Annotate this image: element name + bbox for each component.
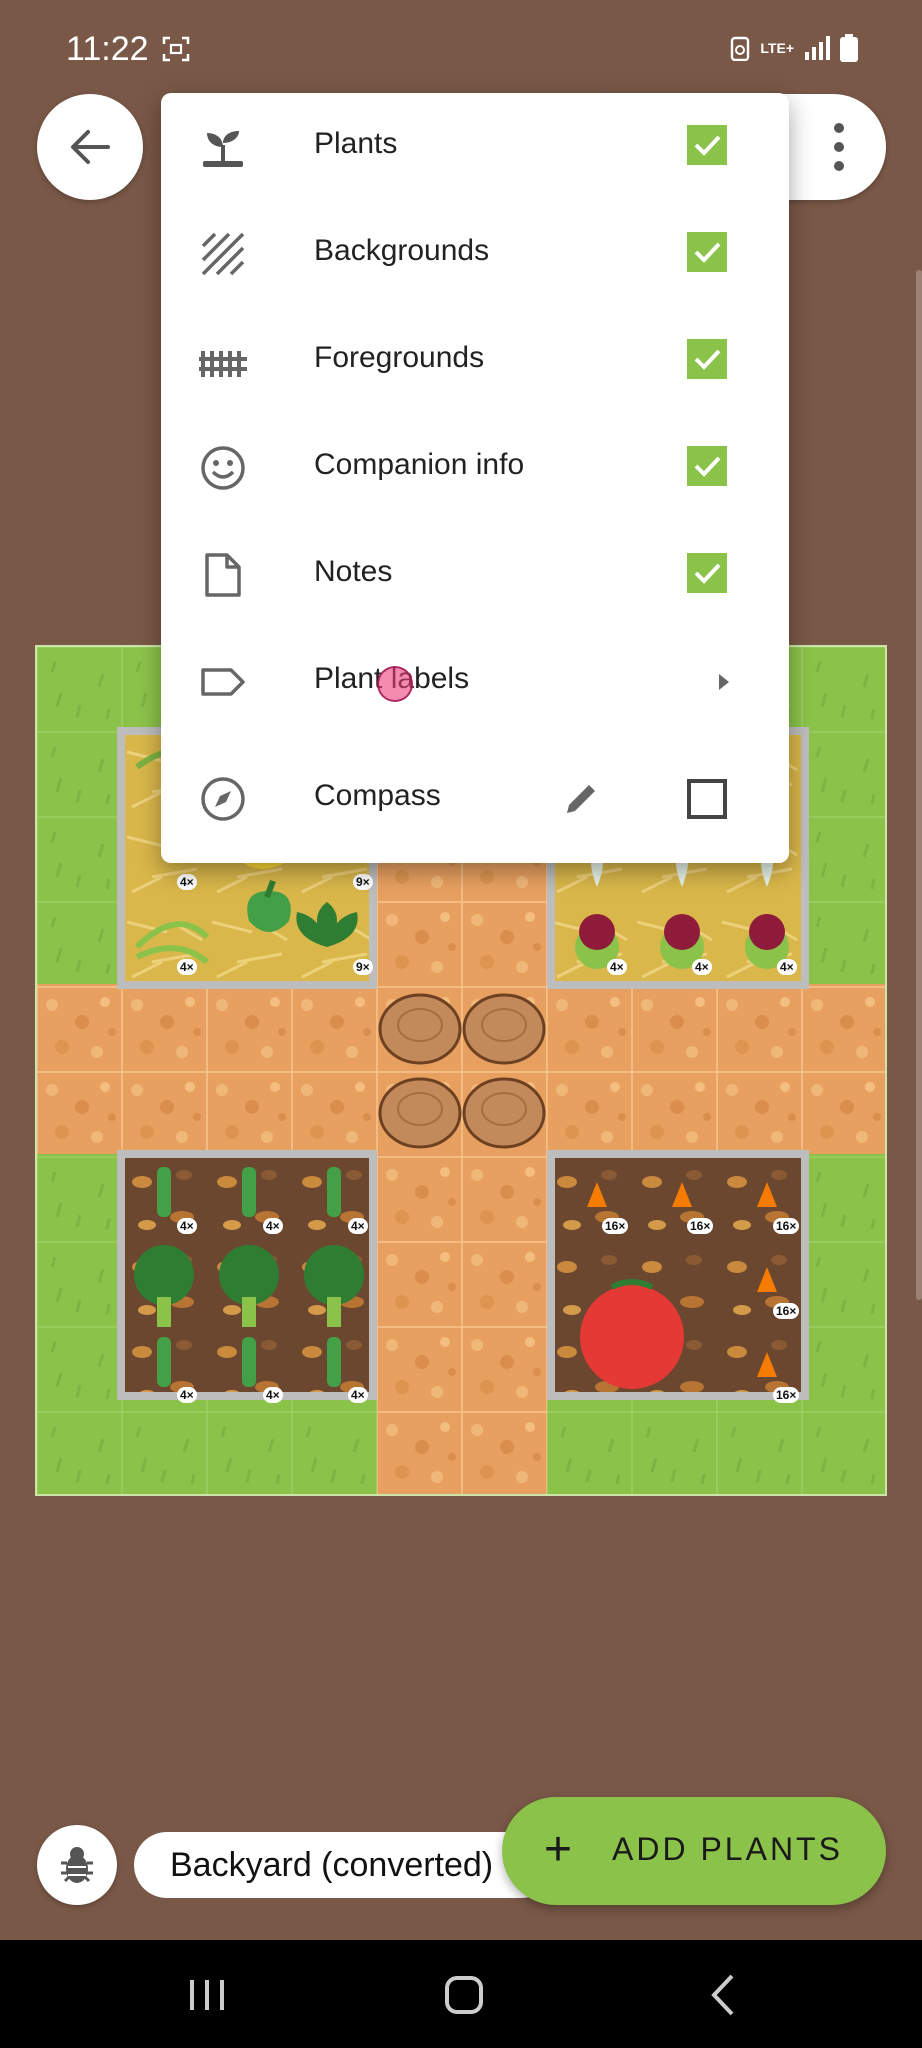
menu-item-foregrounds[interactable]: Foregrounds [161, 307, 789, 414]
plant-count-badge: 4× [607, 959, 627, 975]
screenshot-icon [162, 36, 190, 62]
plant-count-badge: 4× [177, 874, 197, 890]
touch-indicator [377, 666, 413, 702]
menu-item-label: Backgrounds [314, 234, 490, 267]
plant-count-badge: 9× [353, 959, 373, 975]
recycle-battery-icon [731, 36, 750, 61]
check-icon [694, 456, 721, 477]
backgrounds-checkbox[interactable] [687, 232, 727, 272]
menu-item-label: Plants [314, 127, 398, 160]
plant-count-badge: 9× [353, 874, 373, 890]
plant-count-badge: 4× [348, 1218, 368, 1234]
plant-count-badge: 4× [263, 1218, 283, 1234]
plants-checkbox[interactable] [687, 125, 727, 165]
submenu-arrow-icon [719, 674, 729, 690]
status-time: 11:22 [66, 30, 149, 68]
more-vert-icon[interactable] [832, 122, 846, 172]
note-icon [205, 553, 241, 597]
layers-menu: Plants Backgrounds Foregrounds Companion… [161, 93, 789, 863]
menu-item-label: Notes [314, 555, 393, 588]
plant-count-badge: 16× [773, 1387, 800, 1403]
plant-count-badge: 16× [773, 1303, 800, 1319]
menu-item-notes[interactable]: Notes [161, 521, 789, 628]
plant-count-badge: 4× [348, 1387, 368, 1403]
foregrounds-checkbox[interactable] [687, 339, 727, 379]
garden-name-chip[interactable]: Backyard (converted) [134, 1832, 554, 1898]
check-icon [694, 242, 721, 263]
notes-checkbox[interactable] [687, 553, 727, 593]
add-plants-label: ADD PLANTS [612, 1831, 843, 1867]
scrollbar[interactable] [916, 270, 922, 1300]
signal-icon [805, 36, 830, 60]
pencil-icon[interactable] [561, 779, 601, 819]
bug-icon [61, 1847, 93, 1883]
smiley-icon [201, 446, 245, 490]
fence-icon [199, 351, 247, 377]
companion-info-checkbox[interactable] [687, 446, 727, 486]
menu-item-label: Foregrounds [314, 341, 485, 374]
back-button[interactable] [37, 94, 143, 200]
compass-icon [201, 777, 245, 821]
menu-item-label: Companion info [314, 448, 525, 481]
check-icon [694, 135, 721, 156]
menu-item-compass[interactable]: Compass [161, 735, 789, 863]
home-icon[interactable] [439, 1970, 489, 2020]
plant-count-badge: 16× [602, 1218, 629, 1234]
battery-icon [840, 34, 858, 62]
plant-count-badge: 4× [177, 1387, 197, 1403]
add-plants-button[interactable]: + ADD PLANTS [502, 1797, 886, 1905]
menu-item-plants[interactable]: Plants [161, 93, 789, 200]
check-icon [694, 563, 721, 584]
compass-checkbox[interactable] [687, 779, 727, 819]
recent-apps-icon[interactable] [182, 1970, 232, 2020]
status-icons: LTE+ [730, 34, 858, 62]
system-nav-bar [0, 1940, 922, 2048]
back-nav-icon[interactable] [700, 1970, 750, 2020]
plus-icon: + [544, 1823, 573, 1876]
plant-count-badge: 16× [687, 1218, 714, 1234]
sprout-icon [203, 131, 243, 167]
arrow-back-icon [71, 130, 110, 164]
hatch-icon [201, 232, 245, 276]
plant-count-badge: 16× [773, 1218, 800, 1234]
plant-count-badge: 4× [777, 959, 797, 975]
menu-item-companion-info[interactable]: Companion info [161, 414, 789, 521]
menu-item-label: Compass [314, 779, 441, 812]
plant-count-badge: 4× [177, 959, 197, 975]
menu-item-backgrounds[interactable]: Backgrounds [161, 200, 789, 307]
plant-count-badge: 4× [177, 1218, 197, 1234]
plant-count-badge: 4× [692, 959, 712, 975]
label-icon [201, 668, 245, 696]
check-icon [694, 349, 721, 370]
network-type: LTE+ [760, 40, 794, 56]
plant-count-badge: 4× [263, 1387, 283, 1403]
debug-button[interactable] [37, 1825, 117, 1905]
menu-item-plant-labels[interactable]: Plant labels [161, 628, 789, 735]
status-bar: 11:22 LTE+ [0, 0, 922, 100]
